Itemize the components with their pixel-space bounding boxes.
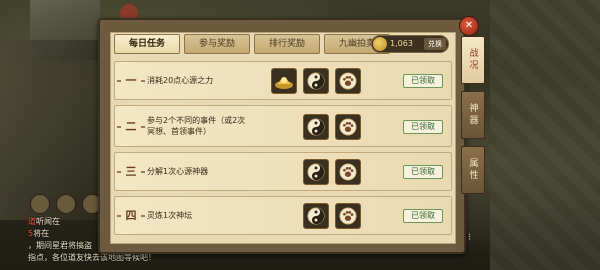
task-title: 分解1次心源神器 <box>147 167 209 176</box>
task-row: 四 灵炼1次神坛 已领取 <box>114 196 452 235</box>
taiji-icon[interactable] <box>303 203 329 229</box>
claimed-button[interactable]: 已领取 <box>403 120 443 134</box>
task-number: 三 <box>117 163 145 181</box>
task-list: 一 消耗20点心源之力 已领取 二 参与2个不同的事件（或2次 冥想、首领事件） <box>114 61 452 240</box>
task-number: 二 <box>117 118 145 136</box>
event-panel: 每日任务 参与奖励 排行奖励 九幽拍卖 1,063 兑换 一 消耗20点心源之力… <box>98 18 466 254</box>
task-row: 一 消耗20点心源之力 已领取 <box>114 61 452 100</box>
task-row: 二 参与2个不同的事件（或2次 冥想、首领事件） 已领取 <box>114 105 452 147</box>
scene-wall-left <box>0 40 100 220</box>
task-title: 灵炼1次神坛 <box>147 211 193 220</box>
panel-tab-bar: 每日任务 参与奖励 排行奖励 九幽拍卖 <box>114 34 390 54</box>
tab-ranking-rewards[interactable]: 排行奖励 <box>254 34 320 54</box>
paw-icon[interactable] <box>335 203 361 229</box>
claimed-button[interactable]: 已领取 <box>403 209 443 223</box>
tab-participation-rewards[interactable]: 参与奖励 <box>184 34 250 54</box>
task-number: 四 <box>117 207 145 225</box>
side-tab-attributes[interactable]: 属性 <box>461 146 485 194</box>
tab-daily-tasks[interactable]: 每日任务 <box>114 34 180 54</box>
chat-toolbar <box>30 194 102 214</box>
currency-display: 1,063 兑换 <box>371 35 449 53</box>
taiji-icon[interactable] <box>303 114 329 140</box>
chat-voice-icon[interactable] <box>56 194 76 214</box>
task-title: 消耗20点心源之力 <box>147 76 214 85</box>
exchange-button[interactable]: 兑换 <box>424 38 446 50</box>
claimed-button[interactable]: 已领取 <box>403 165 443 179</box>
side-tab-battle-status[interactable]: 战况 <box>461 36 485 84</box>
claimed-button[interactable]: 已领取 <box>403 74 443 88</box>
task-row: 三 分解1次心源神器 已领取 <box>114 152 452 191</box>
paw-icon[interactable] <box>335 114 361 140</box>
taiji-icon[interactable] <box>303 159 329 185</box>
coin-icon <box>373 37 387 51</box>
chat-channel-icon[interactable] <box>30 194 50 214</box>
side-tab-bar: 战况 神器 属性 <box>461 36 485 194</box>
paw-icon[interactable] <box>335 159 361 185</box>
task-number: 一 <box>117 72 145 90</box>
taiji-icon[interactable] <box>303 68 329 94</box>
currency-value: 1,063 <box>390 39 413 48</box>
paw-icon[interactable] <box>335 68 361 94</box>
task-title: 参与2个不同的事件（或2次 冥想、首领事件） <box>147 116 246 136</box>
close-button[interactable]: ✕ <box>459 16 479 36</box>
scene-wall-right <box>490 0 600 270</box>
gold-ingot-icon[interactable] <box>271 68 297 94</box>
side-tab-artifact[interactable]: 神器 <box>461 91 485 139</box>
info-icon[interactable]: ⁝ <box>468 232 471 243</box>
